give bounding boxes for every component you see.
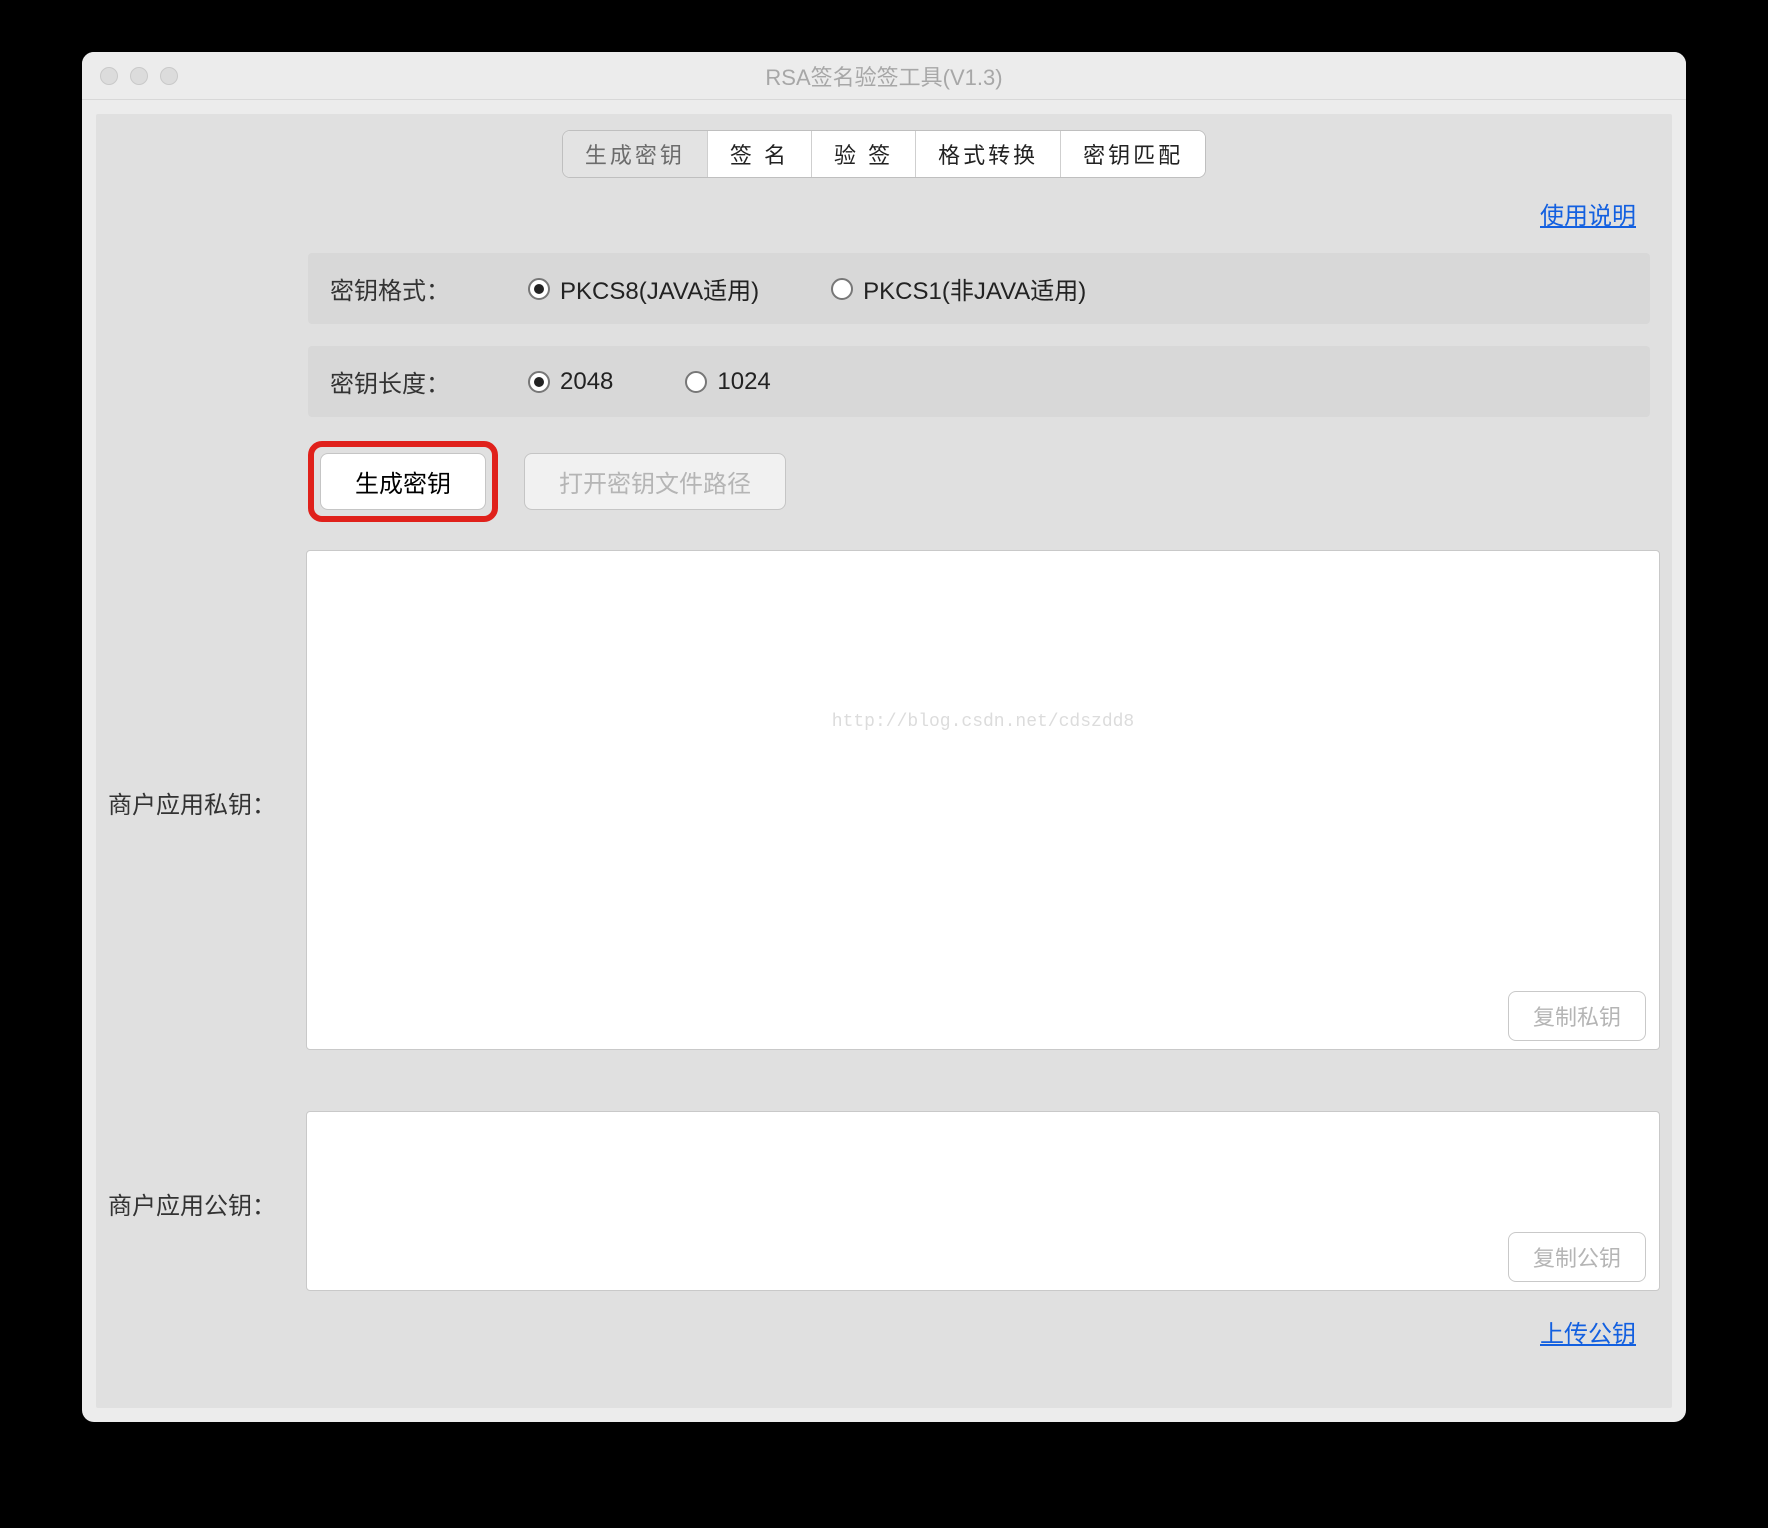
action-button-row: 生成密钥 打开密钥文件路径 [308, 441, 1650, 522]
private-key-wrap: http://blog.csdn.net/cdszdd8 复制私钥 [306, 550, 1660, 1055]
tab-generate-key[interactable]: 生成密钥 [563, 131, 708, 177]
highlight-box: 生成密钥 [308, 441, 498, 522]
radio-2048-label: 2048 [560, 368, 613, 396]
private-key-block: 商户应用私钥： http://blog.csdn.net/cdszdd8 复制私… [108, 550, 1660, 1055]
tab-segment: 生成密钥 签 名 验 签 格式转换 密钥匹配 [562, 130, 1206, 178]
radio-1024[interactable]: 1024 [685, 368, 770, 396]
copy-public-button[interactable]: 复制公钥 [1508, 1232, 1646, 1282]
radio-pkcs1[interactable]: PKCS1(非JAVA适用) [831, 271, 1086, 306]
public-key-block: 商户应用公钥： 复制公钥 [108, 1111, 1660, 1296]
window-title: RSA签名验签工具(V1.3) [82, 60, 1686, 92]
key-length-row: 密钥长度： 2048 1024 [308, 346, 1650, 417]
generate-key-button[interactable]: 生成密钥 [320, 453, 486, 510]
radio-1024-label: 1024 [717, 368, 770, 396]
radio-dot-icon [831, 278, 853, 300]
help-link-row: 使用说明 [108, 178, 1660, 231]
radio-pkcs1-label: PKCS1(非JAVA适用) [863, 271, 1086, 306]
public-key-textarea[interactable] [306, 1111, 1660, 1291]
radio-dot-icon [685, 371, 707, 393]
public-key-wrap: 复制公钥 [306, 1111, 1660, 1296]
tab-key-match[interactable]: 密钥匹配 [1061, 131, 1205, 177]
private-key-label: 商户应用私钥： [108, 785, 288, 820]
radio-pkcs8-label: PKCS8(JAVA适用) [560, 271, 759, 306]
radio-dot-icon [528, 278, 550, 300]
help-link[interactable]: 使用说明 [1540, 203, 1636, 230]
radio-2048[interactable]: 2048 [528, 368, 613, 396]
radio-pkcs8[interactable]: PKCS8(JAVA适用) [528, 271, 759, 306]
titlebar: RSA签名验签工具(V1.3) [82, 52, 1686, 100]
key-format-row: 密钥格式： PKCS8(JAVA适用) PKCS1(非JAVA适用) [308, 253, 1650, 324]
tab-verify[interactable]: 验 签 [812, 131, 916, 177]
radio-dot-icon [528, 371, 550, 393]
key-length-radios: 2048 1024 [528, 368, 1628, 396]
key-format-radios: PKCS8(JAVA适用) PKCS1(非JAVA适用) [528, 271, 1628, 306]
tabbar: 生成密钥 签 名 验 签 格式转换 密钥匹配 [108, 130, 1660, 178]
open-key-path-button[interactable]: 打开密钥文件路径 [524, 453, 786, 510]
key-length-label: 密钥长度： [330, 364, 480, 399]
tab-sign[interactable]: 签 名 [708, 131, 812, 177]
upload-public-key-link[interactable]: 上传公钥 [1540, 1321, 1636, 1348]
app-window: RSA签名验签工具(V1.3) 生成密钥 签 名 验 签 格式转换 密钥匹配 使… [82, 52, 1686, 1422]
key-format-label: 密钥格式： [330, 271, 480, 306]
content-area: 生成密钥 签 名 验 签 格式转换 密钥匹配 使用说明 密钥格式： PKCS8(… [96, 114, 1672, 1408]
public-key-label: 商户应用公钥： [108, 1186, 288, 1221]
private-key-textarea[interactable] [306, 550, 1660, 1050]
upload-link-row: 上传公钥 [108, 1296, 1660, 1355]
generate-panel: 密钥格式： PKCS8(JAVA适用) PKCS1(非JAVA适用) 密钥长度： [298, 253, 1660, 522]
copy-private-button[interactable]: 复制私钥 [1508, 991, 1646, 1041]
tab-convert-format[interactable]: 格式转换 [916, 131, 1061, 177]
